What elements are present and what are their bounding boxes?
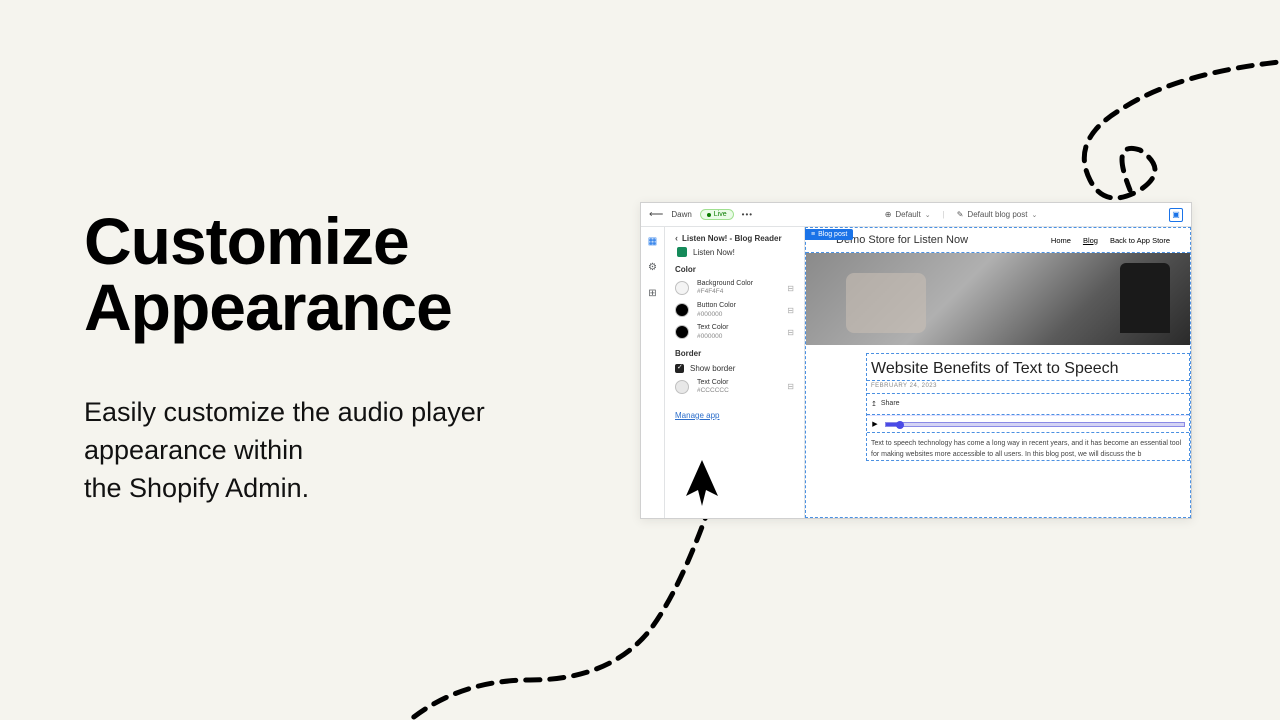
show-border-checkbox[interactable]: Show border <box>675 364 794 373</box>
row-action-icon[interactable]: ⊟ <box>787 382 794 391</box>
article-content: Website Benefits of Text to Speech Febru… <box>866 353 1190 461</box>
store-header: Demo Store for Listen Now Home Blog Back… <box>806 228 1190 253</box>
play-icon[interactable]: ▶ <box>871 420 879 428</box>
progress-bar[interactable] <box>885 422 1185 427</box>
nav-blog[interactable]: Blog <box>1083 236 1098 245</box>
preview-pane: ≡Blog post Demo Store for Listen Now Hom… <box>805 227 1191 518</box>
share-row[interactable]: ↥ Share <box>867 394 1189 415</box>
hero-title: Customize Appearance <box>84 208 452 340</box>
app-row[interactable]: Listen Now! <box>675 247 794 257</box>
hero-title-line2: Appearance <box>84 274 452 340</box>
article-date: February 24, 2023 <box>867 381 1189 394</box>
bg-color-row[interactable]: Background Color #F4F4F4 ⊟ <box>675 280 794 296</box>
row-action-icon[interactable]: ⊟ <box>787 284 794 293</box>
color-section-label: Color <box>675 265 794 274</box>
color-hex: #F4F4F4 <box>697 288 753 296</box>
color-label: Background Color <box>697 280 753 288</box>
checkbox-label: Show border <box>690 364 735 373</box>
sidebar-rail: ▦ ⚙ ⊞ <box>641 227 665 518</box>
apps-icon[interactable]: ⊞ <box>647 287 659 299</box>
row-action-icon[interactable]: ⊟ <box>787 328 794 337</box>
hero-desc-line2: appearance within <box>84 432 485 470</box>
template-selector[interactable]: ⊕ Default ⌄ <box>885 210 931 219</box>
cursor-arrow-icon <box>680 458 724 508</box>
hero-desc-line3: the Shopify Admin. <box>84 470 485 508</box>
chevron-down-icon: ⌄ <box>1031 211 1037 219</box>
more-icon[interactable]: ••• <box>742 210 753 219</box>
row-action-icon[interactable]: ⊟ <box>787 306 794 315</box>
hero-title-line1: Customize <box>84 208 452 274</box>
article-body: Text to speech technology has come a lon… <box>867 433 1189 460</box>
checkbox-icon[interactable] <box>675 364 684 373</box>
color-hex: #000000 <box>697 311 736 319</box>
color-hex: #000000 <box>697 333 729 341</box>
text-color-row[interactable]: Text Color #000000 ⊟ <box>675 324 794 340</box>
hero-description: Easily customize the audio player appear… <box>84 394 485 507</box>
theme-name: Dawn <box>671 210 691 219</box>
app-name: Listen Now! <box>693 248 735 257</box>
color-swatch[interactable] <box>675 303 689 317</box>
hero-desc-line1: Easily customize the audio player <box>84 394 485 432</box>
share-icon: ↥ <box>871 400 877 408</box>
article-hero-image <box>806 253 1190 345</box>
color-swatch[interactable] <box>675 281 689 295</box>
manage-app-link[interactable]: Manage app <box>675 411 719 420</box>
decorative-path-bottom <box>380 500 830 720</box>
border-section-label: Border <box>675 349 794 358</box>
color-swatch[interactable] <box>675 325 689 339</box>
device-icon: ⊕ <box>885 210 892 219</box>
settings-icon[interactable]: ⚙ <box>647 261 659 273</box>
audio-player[interactable]: ▶ <box>867 415 1189 433</box>
section-badge[interactable]: ≡Blog post <box>805 229 853 240</box>
app-icon <box>677 247 687 257</box>
color-label: Text Color <box>697 324 729 332</box>
border-color-row[interactable]: Text Color #CCCCCC ⊟ <box>675 379 794 395</box>
color-label: Button Color <box>697 302 736 310</box>
color-hex: #CCCCCC <box>697 387 729 395</box>
store-nav: Home Blog Back to App Store <box>1051 236 1170 245</box>
inspector-icon[interactable]: ▣ <box>1169 208 1183 222</box>
exit-icon[interactable]: ⟵ <box>649 209 663 220</box>
nav-home[interactable]: Home <box>1051 236 1071 245</box>
live-badge: Live <box>700 209 734 220</box>
panel-header[interactable]: ‹ Listen Now! - Blog Reader <box>675 233 794 243</box>
button-color-row[interactable]: Button Color #000000 ⊟ <box>675 302 794 318</box>
edit-icon: ✎ <box>957 210 964 219</box>
article-title: Website Benefits of Text to Speech <box>867 354 1189 381</box>
sections-icon[interactable]: ▦ <box>647 235 659 247</box>
page-selector[interactable]: ✎ Default blog post ⌄ <box>957 210 1038 219</box>
back-icon[interactable]: ‹ <box>675 233 678 243</box>
nav-back[interactable]: Back to App Store <box>1110 236 1170 245</box>
editor-topbar: ⟵ Dawn Live ••• ⊕ Default ⌄ | ✎ Default … <box>641 203 1191 227</box>
color-label: Text Color <box>697 379 729 387</box>
color-swatch[interactable] <box>675 380 689 394</box>
panel-title: Listen Now! - Blog Reader <box>682 234 782 243</box>
chevron-down-icon: ⌄ <box>925 211 931 219</box>
store-name: Demo Store for Listen Now <box>836 234 968 246</box>
